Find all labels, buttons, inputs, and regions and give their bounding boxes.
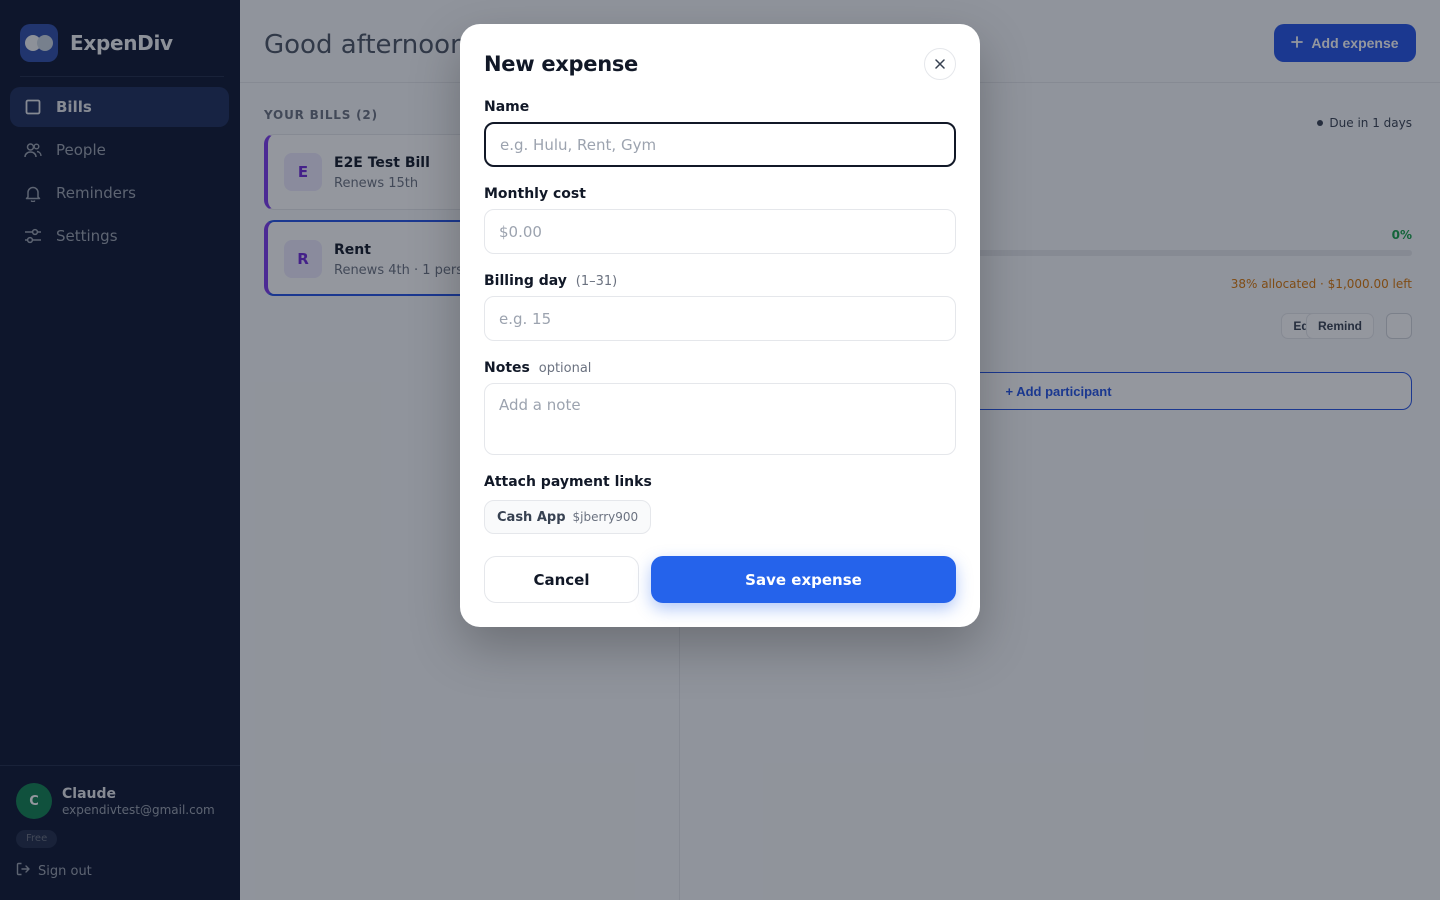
save-expense-button[interactable]: Save expense bbox=[651, 556, 956, 603]
billing-day-label-text: Billing day bbox=[484, 273, 567, 289]
monthly-cost-input[interactable] bbox=[484, 209, 956, 254]
chip-name: Cash App bbox=[497, 509, 566, 525]
new-expense-modal: New expense Name Monthly cost Billing da… bbox=[460, 24, 980, 627]
billing-day-input[interactable] bbox=[484, 296, 956, 341]
monthly-cost-label-text: Monthly cost bbox=[484, 186, 586, 202]
notes-hint: optional bbox=[538, 361, 592, 376]
notes-label-text: Notes bbox=[484, 360, 530, 376]
modal-title: New expense bbox=[484, 52, 638, 76]
payment-link-chip-cash-app[interactable]: Cash App $jberry900 bbox=[484, 500, 652, 534]
close-icon bbox=[935, 57, 945, 72]
billing-day-hint: (1–31) bbox=[575, 274, 618, 289]
name-label: Name bbox=[484, 99, 529, 115]
payment-links-label: Attach payment links bbox=[484, 474, 652, 490]
payment-links-label-text: Attach payment links bbox=[484, 474, 652, 490]
monthly-cost-label: Monthly cost bbox=[484, 186, 586, 202]
close-button[interactable] bbox=[924, 48, 956, 80]
name-label-text: Name bbox=[484, 99, 530, 115]
name-input[interactable] bbox=[484, 122, 956, 167]
notes-textarea[interactable] bbox=[484, 383, 956, 455]
billing-day-label: Billing day (1–31) bbox=[484, 273, 617, 289]
chip-handle: $jberry900 bbox=[572, 510, 639, 524]
notes-label: Notes optional bbox=[484, 360, 591, 376]
cancel-button[interactable]: Cancel bbox=[484, 556, 639, 603]
